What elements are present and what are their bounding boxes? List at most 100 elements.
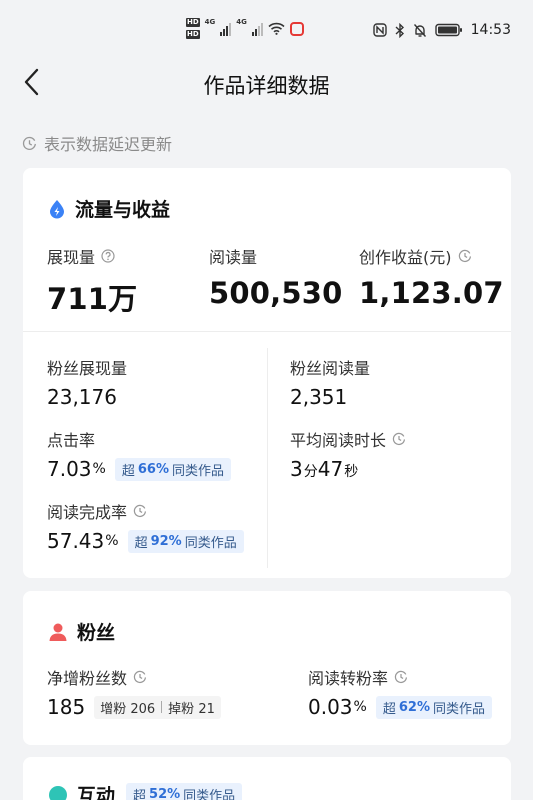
signal-group: HD HD 4G 4G (186, 18, 304, 39)
net-fans-label-row: 净增粉丝数 (47, 665, 221, 689)
battery-icon (434, 23, 462, 37)
person-icon (49, 623, 67, 641)
fans-loss-label: 掉粉 (168, 701, 195, 717)
ctr-unit: % (92, 461, 106, 477)
fan-reads-label: 粉丝阅读量 (290, 359, 371, 378)
breakdown-separator (161, 701, 163, 713)
signal-icon-2 (251, 22, 263, 36)
avg-read-time-min-unit: 分 (303, 464, 318, 480)
clock-icon (22, 136, 36, 150)
interaction-card-title: 互动 (77, 785, 116, 800)
ctr-value: 7.03 (47, 457, 92, 481)
delay-notice-text: 表示数据延迟更新 (44, 135, 173, 154)
completion-value-row: 57.43% 超 92% 同类作品 (47, 529, 244, 553)
question-circle-icon[interactable] (101, 249, 115, 263)
net-fans-value: 185 (47, 695, 86, 719)
mute-bell-icon (413, 23, 426, 37)
reads-metric[interactable]: 阅读量 500,530 (209, 244, 343, 310)
fan-impressions-label: 粉丝展现量 (47, 359, 128, 378)
fans-loss-value: 21 (198, 701, 215, 717)
clock-icon (133, 670, 147, 684)
wifi-icon (268, 22, 285, 35)
interaction-card-header: 互动 超 52% 同类作品 (48, 781, 243, 800)
delay-notice: 表示数据延迟更新 (22, 131, 172, 155)
impressions-value: 711万 (47, 282, 138, 316)
reads-label-row: 阅读量 (209, 244, 343, 268)
avg-read-time-label: 平均阅读时长 (290, 431, 387, 450)
conversion-value-row: 0.03% 超 62% 同类作品 (308, 695, 492, 719)
ctr-metric[interactable]: 点击率 7.03% 超 66% 同类作品 (47, 427, 231, 481)
net-fans-metric[interactable]: 净增粉丝数 185 增粉 206 掉粉 21 (47, 665, 221, 719)
income-label-row: 创作收益(元) (359, 244, 504, 268)
conversion-value: 0.03 (308, 695, 353, 719)
avg-read-time-value: 3 分 47 秒 (290, 457, 406, 481)
ctr-compare-badge: 超 66% 同类作品 (114, 457, 231, 481)
fans-breakdown-badge: 增粉 206 掉粉 21 (94, 695, 221, 719)
traffic-income-card: 流量与收益 展现量 711万 阅读量 500,530 创作收益(元) 1,123… (23, 168, 511, 578)
clock-icon (458, 249, 471, 263)
divider (23, 331, 511, 332)
clock-icon (392, 432, 406, 446)
page-title: 作品详细数据 (203, 74, 330, 98)
conversion-unit: % (353, 699, 367, 715)
hd-badge-2: HD (186, 30, 200, 39)
completion-value: 57.43 (47, 529, 105, 553)
lightning-drop-icon (50, 199, 64, 218)
net-fans-label: 净增粉丝数 (47, 669, 128, 688)
status-time: 14:53 (470, 22, 511, 38)
fans-card: 粉丝 净增粉丝数 185 增粉 206 掉粉 21 阅读转粉率 0.03 % 超… (23, 591, 511, 745)
fans-gain: 增粉 206 (100, 698, 155, 717)
network-type-1: 4G (204, 18, 216, 26)
impressions-label: 展现量 (47, 248, 96, 267)
net-fans-value-row: 185 增粉 206 掉粉 21 (47, 695, 221, 719)
avg-read-time-label-row: 平均阅读时长 (290, 427, 406, 451)
bluetooth-icon (395, 22, 404, 38)
income-value: 1,123.07 (359, 276, 504, 310)
ctr-value-row: 7.03% 超 66% 同类作品 (47, 457, 231, 481)
fan-reads-metric[interactable]: 粉丝阅读量 2,351 (290, 355, 370, 409)
fans-loss: 掉粉 21 (168, 698, 215, 717)
fans-gain-value: 206 (130, 701, 156, 717)
hd-indicators: HD HD (186, 18, 200, 39)
interaction-compare-prefix: 超 (133, 789, 147, 800)
impressions-metric[interactable]: 展现量 711万 (47, 244, 137, 318)
fans-gain-label: 增粉 (100, 701, 127, 717)
completion-compare-suffix: 同类作品 (184, 535, 237, 551)
clock-icon (394, 670, 408, 684)
fans-card-header: 粉丝 (48, 618, 115, 645)
status-bar: HD HD 4G 4G 14:53 (0, 0, 533, 60)
avg-read-time-sec-unit: 秒 (344, 464, 359, 480)
interaction-compare-value: 52% (149, 787, 181, 800)
traffic-card-title: 流量与收益 (75, 199, 171, 221)
nfc-icon (372, 23, 387, 37)
interaction-card: 互动 超 52% 同类作品 (23, 757, 511, 800)
avg-read-time-metric[interactable]: 平均阅读时长 3 分 47 秒 (290, 427, 406, 481)
completion-metric[interactable]: 阅读完成率 57.43% 超 92% 同类作品 (47, 499, 244, 553)
fan-reads-value: 2,351 (290, 385, 348, 409)
completion-unit: % (105, 533, 119, 549)
fans-card-title: 粉丝 (77, 622, 116, 644)
ctr-compare-value: 66% (137, 461, 169, 477)
column-divider (267, 348, 268, 568)
income-metric[interactable]: 创作收益(元) 1,123.07 (359, 244, 504, 310)
completion-compare-prefix: 超 (134, 535, 148, 551)
signal-icon-1 (220, 22, 232, 36)
traffic-card-header: 流量与收益 (48, 195, 170, 222)
conversion-compare-suffix: 同类作品 (432, 701, 485, 717)
impressions-label-row: 展现量 (47, 244, 137, 268)
conversion-compare-prefix: 超 (382, 701, 396, 717)
reads-label: 阅读量 (209, 248, 258, 267)
conversion-metric[interactable]: 阅读转粉率 0.03% 超 62% 同类作品 (308, 665, 492, 719)
avg-read-time-sec: 47 (317, 457, 344, 481)
completion-compare-value: 92% (150, 533, 182, 549)
conversion-label: 阅读转粉率 (308, 669, 389, 688)
hd-badge-1: HD (186, 18, 200, 27)
income-label: 创作收益(元) (359, 248, 452, 267)
record-icon (289, 21, 304, 36)
system-icons: 14:53 (372, 22, 511, 38)
conversion-compare-badge: 超 62% 同类作品 (375, 695, 492, 719)
network-type-2: 4G (236, 18, 247, 26)
fan-impressions-value: 23,176 (47, 385, 117, 409)
fan-impressions-metric[interactable]: 粉丝展现量 23,176 (47, 355, 127, 409)
completion-compare-badge: 超 92% 同类作品 (127, 529, 244, 553)
